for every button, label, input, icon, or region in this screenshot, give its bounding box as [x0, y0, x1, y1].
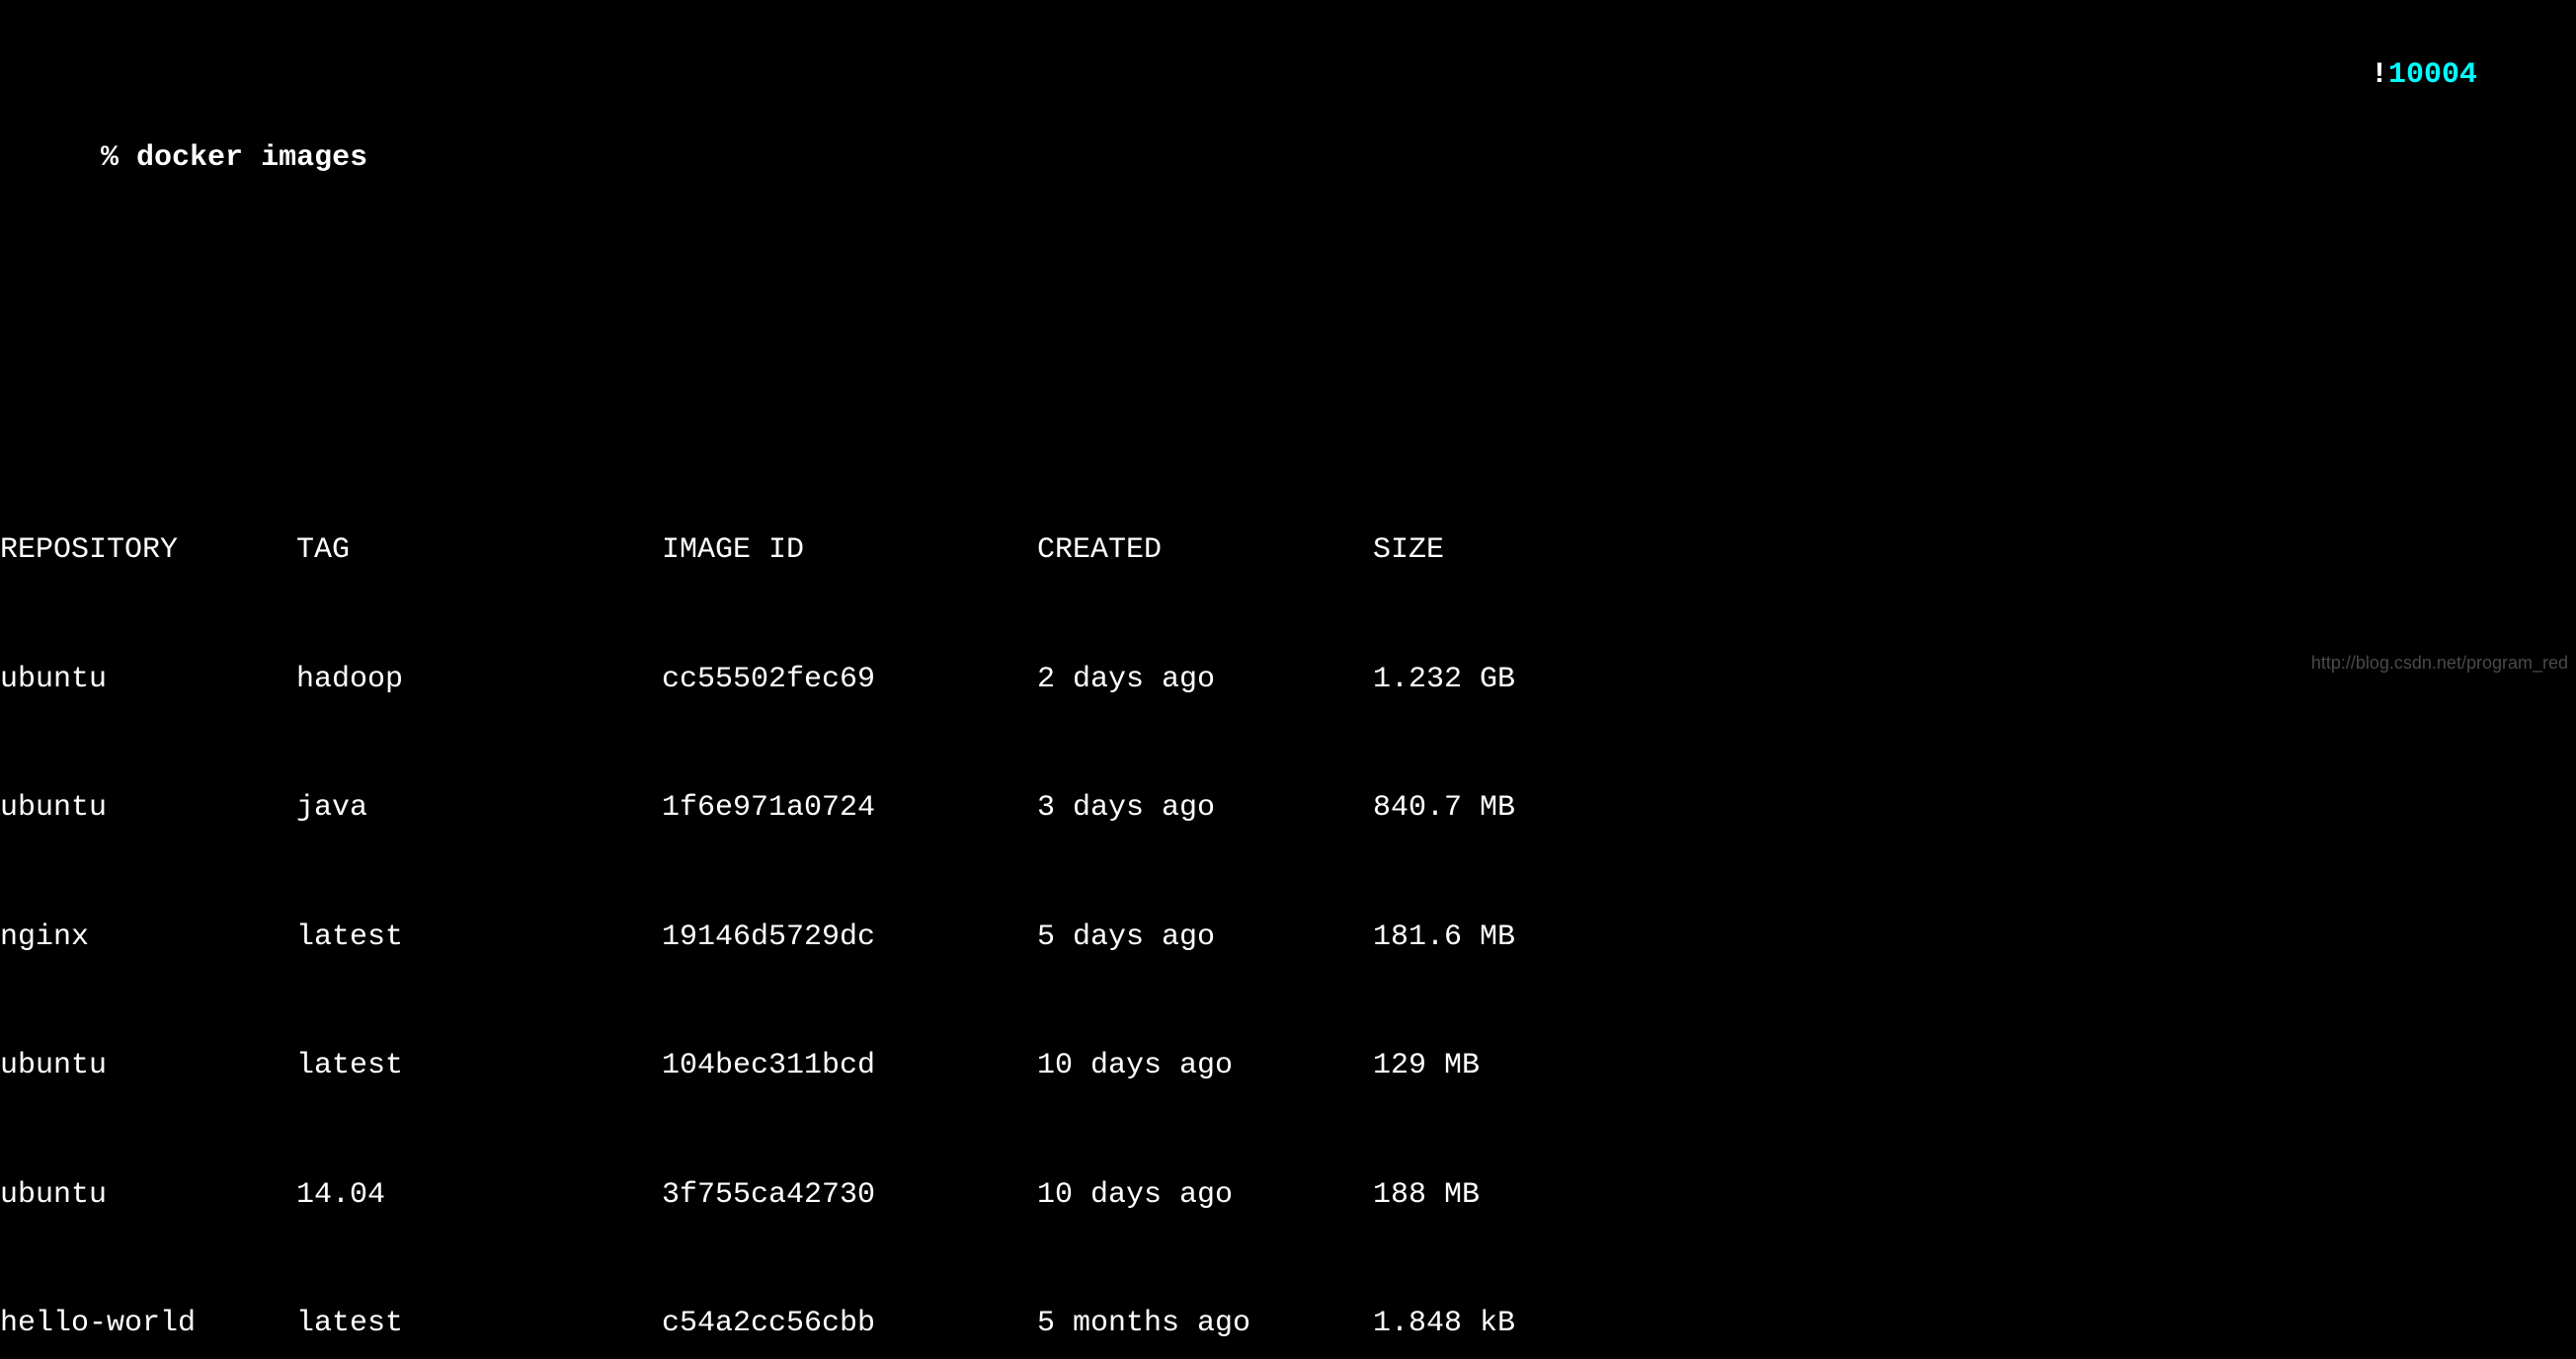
cell-created: 3 days ago	[1037, 787, 1373, 831]
table-row: nginx latest 19146d5729dc 5 days ago 181…	[0, 917, 2576, 960]
cell-created: 5 months ago	[1037, 1303, 1373, 1346]
cell-repository: ubuntu	[0, 1045, 296, 1088]
cell-tag: latest	[296, 917, 662, 960]
table-row: hello-world latest c54a2cc56cbb 5 months…	[0, 1303, 2576, 1346]
cell-image-id: 1f6e971a0724	[662, 787, 1037, 831]
cell-image-id: 3f755ca42730	[662, 1174, 1037, 1218]
cell-created: 5 days ago	[1037, 917, 1373, 960]
cell-tag: 14.04	[296, 1174, 662, 1218]
cell-image-id: 19146d5729dc	[662, 917, 1037, 960]
cell-repository: hello-world	[0, 1303, 296, 1346]
cell-repository: nginx	[0, 917, 296, 960]
cell-created: 10 days ago	[1037, 1045, 1373, 1088]
cell-size: 840.7 MB	[1373, 787, 1669, 831]
table-row: ubuntu latest 104bec311bcd 10 days ago 1…	[0, 1045, 2576, 1088]
header-image-id: IMAGE ID	[662, 529, 1037, 573]
cell-size: 181.6 MB	[1373, 917, 1669, 960]
cell-repository: ubuntu	[0, 787, 296, 831]
cell-size: 188 MB	[1373, 1174, 1669, 1218]
prompt-symbol: %	[101, 141, 119, 175]
cell-size: 1.848 kB	[1373, 1303, 1669, 1346]
header-tag: TAG	[296, 529, 662, 573]
docker-images-table: REPOSITORY TAG IMAGE ID CREATED SIZE ubu…	[0, 443, 2576, 1359]
cell-image-id: cc55502fec69	[662, 659, 1037, 702]
command-text: docker images	[136, 141, 367, 175]
history-number: !10004	[2371, 54, 2477, 98]
command-prompt-line: % docker images	[0, 94, 2576, 223]
watermark-text: http://blog.csdn.net/program_red	[2311, 650, 2568, 676]
terminal-output: % docker images !10004 REPOSITORY TAG IM…	[0, 8, 2576, 1359]
cell-repository: ubuntu	[0, 659, 296, 702]
header-size: SIZE	[1373, 529, 1669, 573]
cell-size: 1.232 GB	[1373, 659, 1669, 702]
cell-repository: ubuntu	[0, 1174, 296, 1218]
table-row: ubuntu hadoop cc55502fec69 2 days ago 1.…	[0, 659, 2576, 702]
cell-created: 2 days ago	[1037, 659, 1373, 702]
history-number-value: 10004	[2388, 58, 2477, 92]
cell-tag: java	[296, 787, 662, 831]
table-row: ubuntu java 1f6e971a0724 3 days ago 840.…	[0, 787, 2576, 831]
cell-image-id: c54a2cc56cbb	[662, 1303, 1037, 1346]
cell-size: 129 MB	[1373, 1045, 1669, 1088]
cell-tag: latest	[296, 1303, 662, 1346]
header-created: CREATED	[1037, 529, 1373, 573]
cell-image-id: 104bec311bcd	[662, 1045, 1037, 1088]
table-row: ubuntu 14.04 3f755ca42730 10 days ago 18…	[0, 1174, 2576, 1218]
table-header-row: REPOSITORY TAG IMAGE ID CREATED SIZE	[0, 529, 2576, 573]
header-repository: REPOSITORY	[0, 529, 296, 573]
cell-tag: latest	[296, 1045, 662, 1088]
cell-created: 10 days ago	[1037, 1174, 1373, 1218]
cell-tag: hadoop	[296, 659, 662, 702]
